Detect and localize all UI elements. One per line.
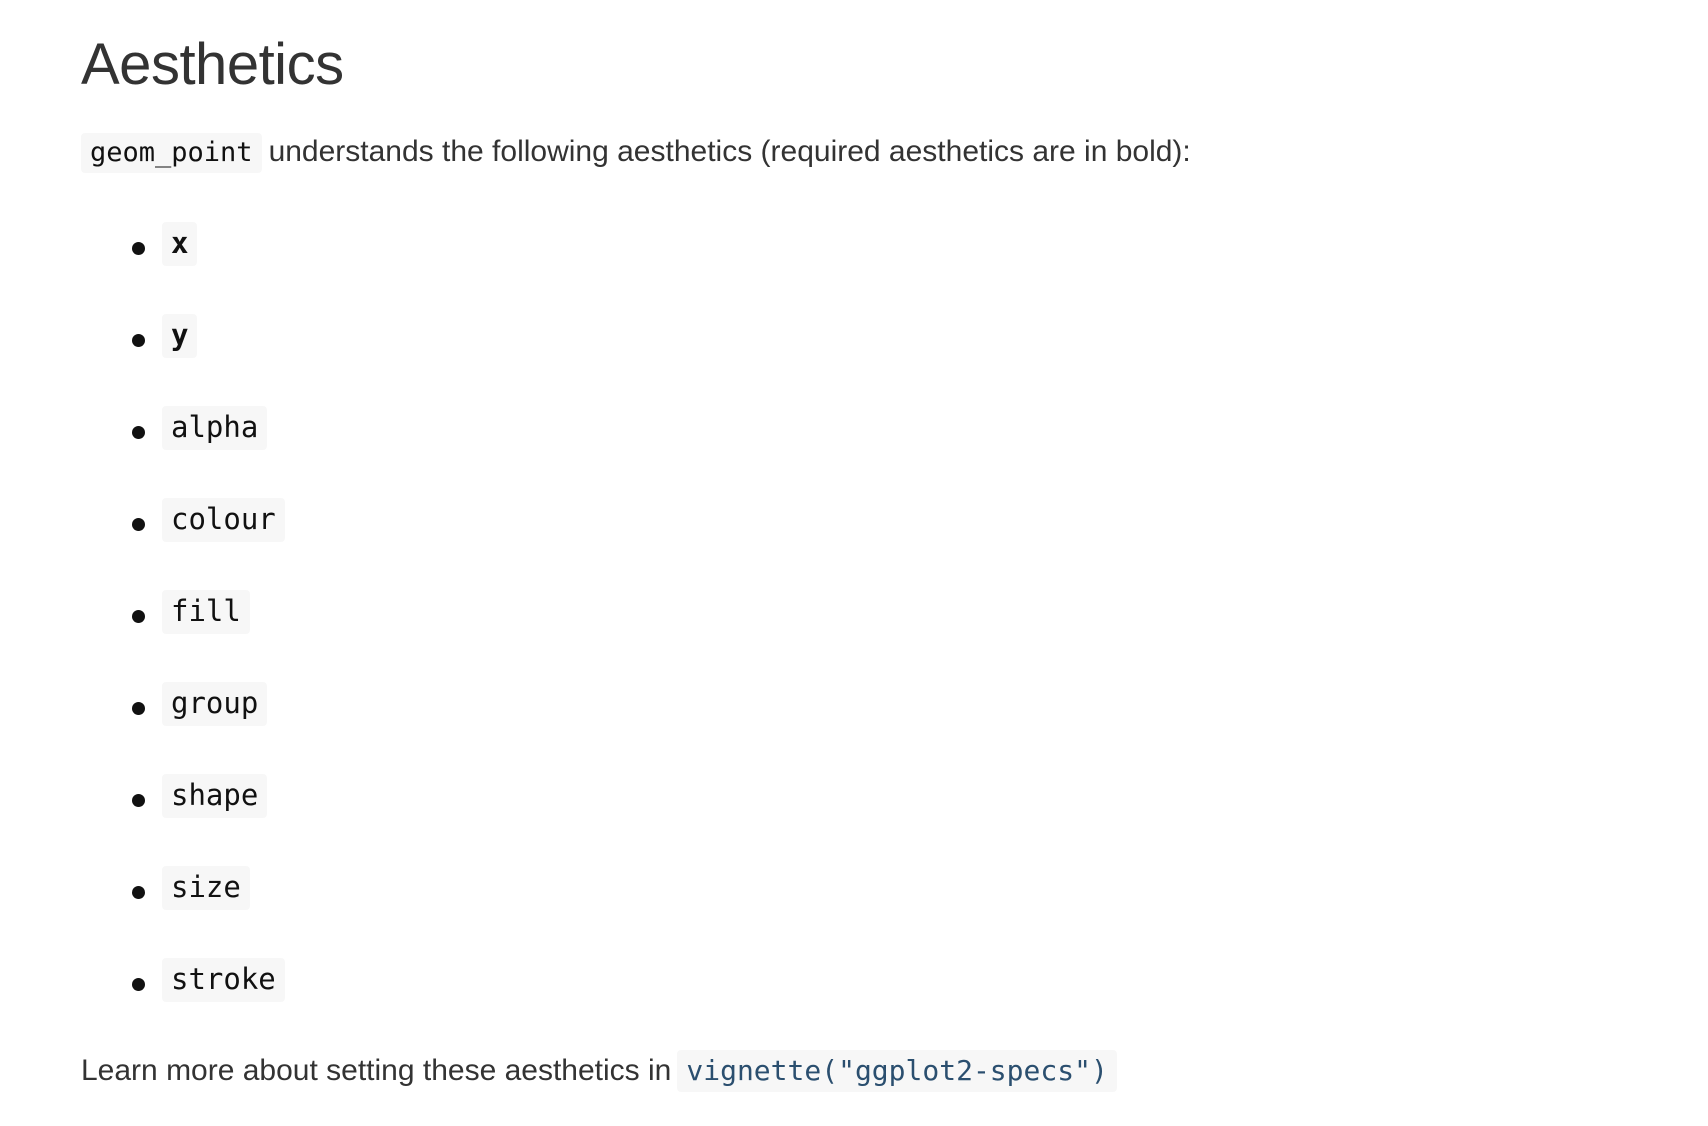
aesthetic-code: size: [162, 866, 250, 910]
bullet-icon: [132, 702, 145, 715]
intro-text: understands the following aesthetics (re…: [268, 135, 1191, 168]
bullet-icon: [132, 794, 145, 807]
aesthetic-code: shape: [162, 774, 268, 818]
bullet-icon: [132, 334, 145, 347]
aesthetic-code: alpha: [162, 406, 268, 450]
aesthetic-code: colour: [162, 498, 285, 542]
bullet-icon: [132, 978, 145, 991]
vignette-link[interactable]: vignette("ggplot2-specs"): [677, 1050, 1117, 1092]
aesthetic-code: group: [162, 682, 268, 726]
aesthetic-code: fill: [162, 590, 250, 634]
bullet-icon: [132, 886, 145, 899]
geom-point-code: geom_point: [81, 133, 262, 173]
intro-paragraph: geom_point understands the following aest…: [81, 128, 1191, 177]
bullet-icon: [132, 242, 145, 255]
bullet-icon: [132, 518, 145, 531]
aesthetic-code: y: [162, 314, 198, 358]
footer-text: Learn more about setting these aesthetic…: [81, 1054, 672, 1087]
footer-paragraph: Learn more about setting these aesthetic…: [81, 1047, 1117, 1095]
bullet-icon: [132, 610, 145, 623]
section-title: Aesthetics: [81, 32, 344, 97]
aesthetic-code: x: [162, 222, 198, 266]
aesthetic-code: stroke: [162, 958, 285, 1002]
bullet-icon: [132, 426, 145, 439]
